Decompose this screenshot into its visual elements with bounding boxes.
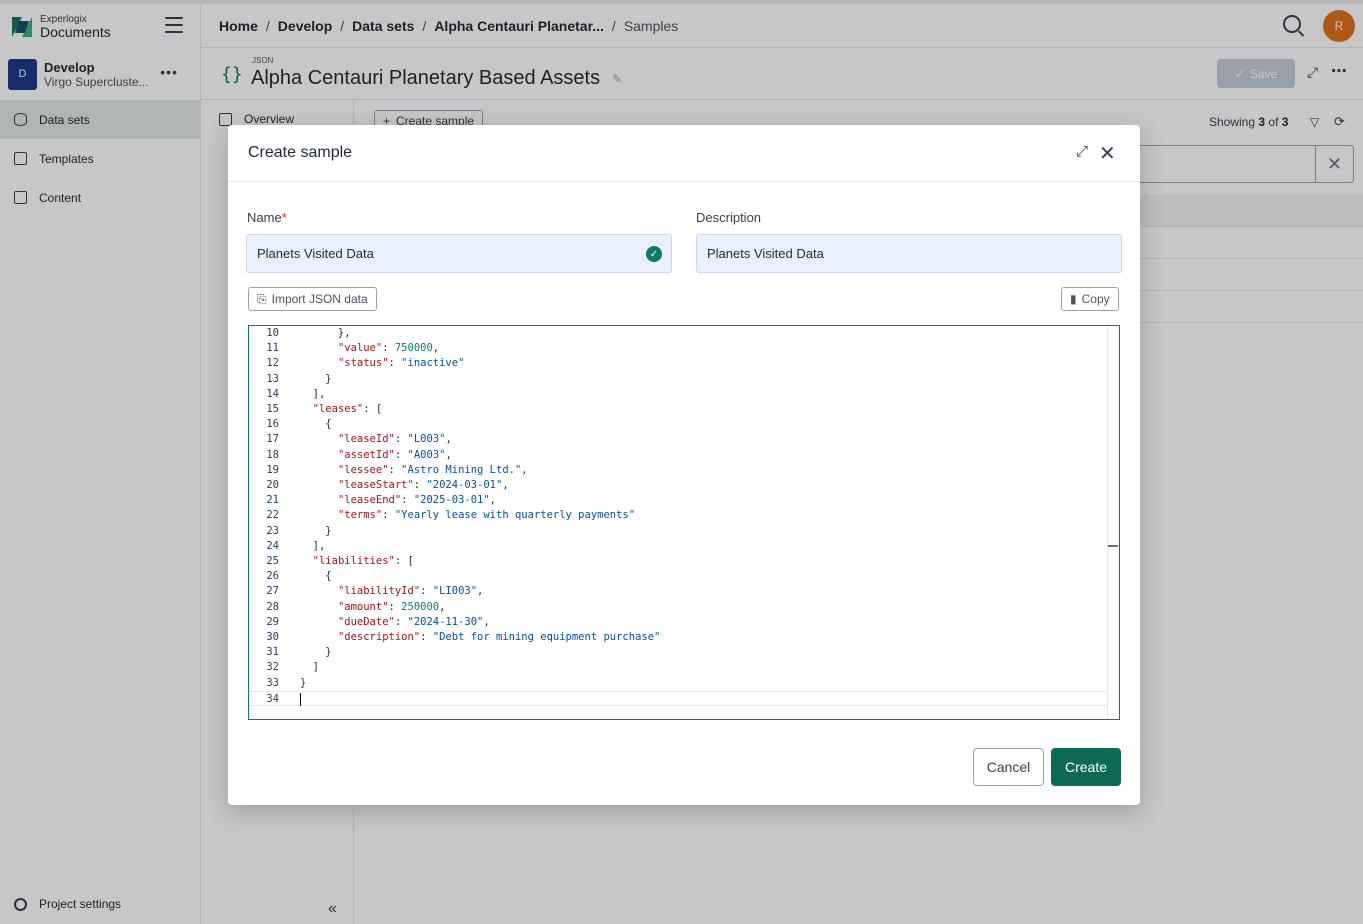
line-number: 21 — [266, 494, 279, 507]
expand-icon[interactable]: ⤢ — [1076, 143, 1088, 160]
json-editor[interactable]: 10 }, 11 "value": 750000, 12 "status": "in… — [248, 325, 1120, 720]
code-text: "value": 750000, — [337, 342, 440, 355]
line-number: 34 — [266, 692, 279, 705]
code-text: } — [300, 372, 332, 385]
code-text: "description": "Debt for mining equipmen… — [337, 631, 661, 643]
code-text: } — [300, 676, 307, 689]
code-line[interactable]: 24 ], — [249, 539, 1107, 554]
line-number: 14 — [266, 387, 279, 400]
code-line[interactable]: 18 "assetId": "A003", — [249, 448, 1107, 463]
create-button[interactable]: Create — [1051, 748, 1121, 786]
line-number: 17 — [266, 433, 279, 446]
code-line[interactable]: 25 "liabilities": [ — [249, 554, 1107, 569]
code-line[interactable]: 34 — [249, 690, 1107, 706]
code-text: { — [300, 570, 332, 583]
cancel-button[interactable]: Cancel — [973, 748, 1044, 786]
code-text: "lessee": "Astro Mining Ltd.", — [337, 463, 528, 476]
description-field[interactable]: Planets Visited Data — [696, 234, 1122, 273]
text-cursor — [300, 692, 301, 706]
line-number: 32 — [266, 661, 279, 674]
line-number: 20 — [266, 479, 279, 491]
code-line[interactable]: 28 "amount": 250000, — [249, 600, 1107, 615]
name-label: Name* — [247, 210, 287, 225]
line-number: 25 — [266, 555, 279, 567]
code-text: "leaseId": "L003", — [337, 433, 452, 446]
code-text: "dueDate": "2024-11-30", — [337, 615, 490, 628]
code-line[interactable]: 31 } — [249, 645, 1107, 660]
code-line[interactable]: 23 } — [249, 524, 1107, 539]
file-import-icon: ⎘ — [257, 291, 267, 306]
code-text: "leaseEnd": "2025-03-01", — [337, 494, 496, 507]
code-line[interactable]: 26 { — [249, 569, 1107, 584]
valid-check-icon: ✓ — [646, 246, 662, 262]
line-number: 29 — [266, 615, 279, 628]
line-number: 10 — [266, 327, 279, 339]
name-field[interactable]: Planets Visited Data ✓ — [246, 234, 672, 273]
line-number: 13 — [266, 372, 279, 385]
dialog-header: Create sample ⤢ ✕ — [228, 125, 1140, 182]
line-number: 22 — [266, 509, 279, 522]
line-number: 26 — [266, 570, 279, 583]
code-line[interactable]: 17 "leaseId": "L003", — [249, 432, 1107, 447]
create-sample-dialog: Create sample ⤢ ✕ Name* Planets Visited … — [228, 125, 1140, 805]
code-line[interactable]: 14 ], — [249, 387, 1107, 402]
code-line[interactable]: 12 "status": "inactive" — [249, 356, 1107, 371]
code-line[interactable]: 16 { — [249, 417, 1107, 432]
code-text: ], — [300, 387, 326, 400]
code-text: "leaseStart": "2024-03-01", — [337, 479, 509, 491]
line-number: 12 — [266, 357, 279, 370]
code-line[interactable]: 13 } — [249, 372, 1107, 387]
code-text: ], — [300, 539, 326, 552]
line-number: 16 — [266, 418, 279, 431]
line-number: 24 — [266, 539, 279, 552]
line-number: 11 — [266, 342, 279, 355]
code-text: "assetId": "A003", — [337, 448, 452, 461]
code-line[interactable]: 32 ] — [249, 660, 1107, 675]
code-line[interactable]: 33} — [249, 676, 1107, 691]
code-line[interactable]: 11 "value": 750000, — [249, 341, 1107, 356]
code-text: "amount": 250000, — [337, 600, 446, 613]
code-text: "status": "inactive" — [337, 357, 465, 370]
line-number: 19 — [266, 463, 279, 476]
code-line[interactable]: 10 }, — [249, 326, 1107, 341]
code-line[interactable]: 27 "liabilityId": "LI003", — [249, 584, 1107, 599]
line-number: 27 — [266, 585, 279, 598]
code-line[interactable]: 29 "dueDate": "2024-11-30", — [249, 615, 1107, 630]
code-text: "liabilityId": "LI003", — [337, 585, 484, 598]
code-text: "terms": "Yearly lease with quarterly pa… — [337, 509, 636, 522]
import-json-button[interactable]: ⎘ Import JSON data — [248, 287, 377, 311]
line-number: 28 — [266, 600, 279, 613]
code-line[interactable]: 20 "leaseStart": "2024-03-01", — [249, 478, 1107, 493]
line-number: 23 — [266, 524, 279, 537]
close-icon[interactable]: ✕ — [1099, 141, 1116, 166]
description-label: Description — [696, 210, 762, 225]
copy-button[interactable]: ▮ Copy — [1061, 287, 1119, 311]
code-line[interactable]: 30 "description": "Debt for mining equip… — [249, 630, 1107, 645]
line-number: 30 — [266, 631, 279, 643]
code-text: "leases": [ — [312, 403, 383, 415]
line-number: 15 — [266, 403, 279, 415]
line-number: 18 — [266, 448, 279, 461]
code-text: } — [300, 646, 332, 659]
scroll-thumb[interactable] — [1108, 545, 1118, 547]
code-line[interactable]: 19 "lessee": "Astro Mining Ltd.", — [249, 463, 1107, 478]
line-number: 33 — [266, 676, 279, 689]
code-line[interactable]: 15 "leases": [ — [249, 402, 1107, 417]
line-number: 31 — [266, 646, 279, 659]
code-line[interactable]: 22 "terms": "Yearly lease with quarterly… — [249, 508, 1107, 523]
code-text: ] — [300, 661, 319, 674]
code-text: }, — [300, 327, 351, 339]
code-text: } — [300, 524, 332, 537]
editor-scrollbar[interactable] — [1107, 326, 1119, 719]
code-text: { — [300, 418, 332, 431]
code-line[interactable]: 21 "leaseEnd": "2025-03-01", — [249, 493, 1107, 508]
code-text: "liabilities": [ — [312, 555, 414, 567]
dialog-title: Create sample — [248, 144, 353, 161]
clipboard-icon: ▮ — [1070, 292, 1077, 306]
